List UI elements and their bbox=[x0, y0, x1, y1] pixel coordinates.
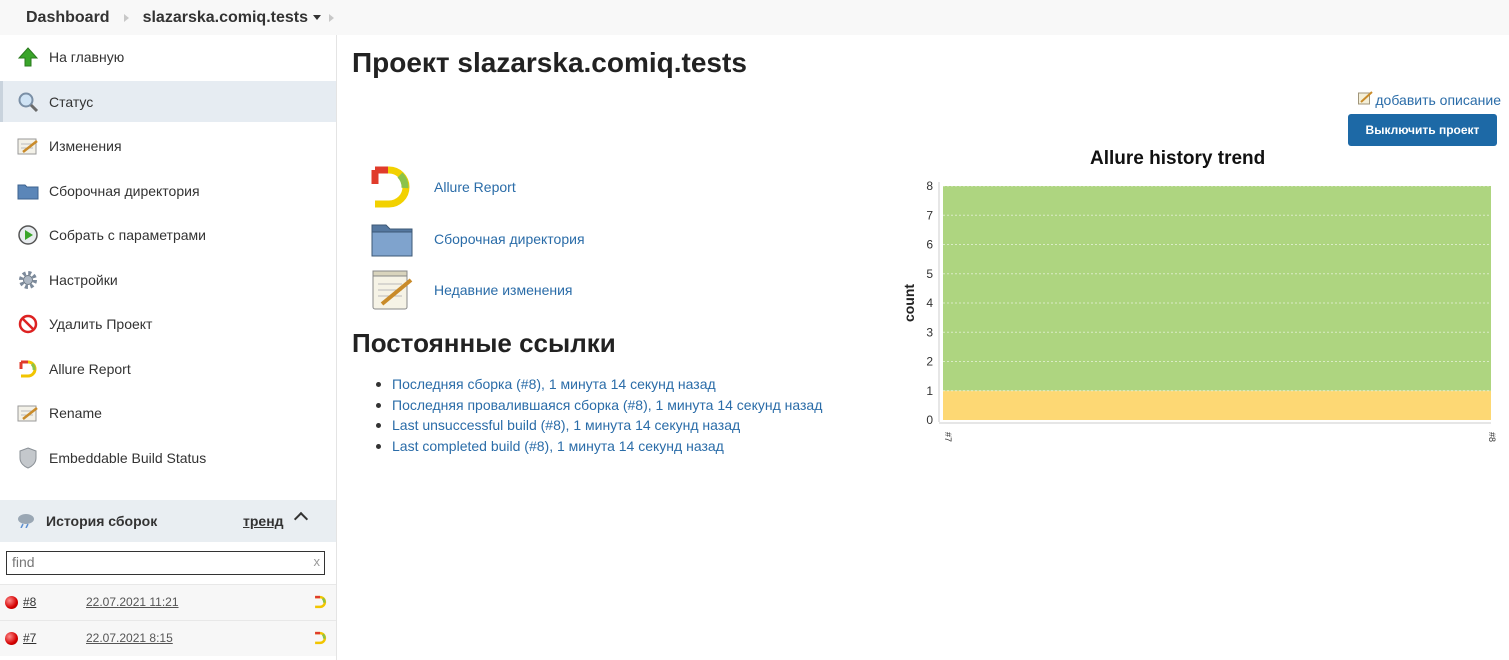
add-description-label: добавить описание bbox=[1375, 91, 1501, 108]
no-entry-icon bbox=[17, 313, 39, 335]
failed-status-icon bbox=[5, 632, 18, 645]
y-tick-label: 4 bbox=[926, 296, 933, 310]
permalinks-list: Последняя сборка (#8), 1 минута 14 секун… bbox=[376, 374, 822, 456]
sidebar-item-delete-project[interactable]: Удалить Проект bbox=[0, 303, 336, 344]
y-tick-label: 2 bbox=[926, 355, 933, 369]
y-axis-label: count bbox=[901, 284, 917, 322]
sidebar-item-status[interactable]: Статус bbox=[0, 81, 336, 122]
permalink-last-unsuccessful-build[interactable]: Last unsuccessful build (#8), 1 минута 1… bbox=[376, 415, 822, 436]
add-description-link[interactable]: добавить описание bbox=[1358, 91, 1501, 108]
notepad-icon bbox=[17, 135, 39, 157]
build-row: #8 22.07.2021 11:21 bbox=[0, 584, 336, 620]
sidebar-item-build-with-params[interactable]: Собрать с параметрами bbox=[0, 214, 336, 255]
permalinks-title: Постоянные ссылки bbox=[352, 328, 616, 358]
build-number-link[interactable]: #8 bbox=[23, 595, 36, 609]
y-tick-label: 6 bbox=[926, 238, 933, 252]
folder-icon bbox=[368, 217, 416, 261]
edit-icon bbox=[1358, 91, 1374, 108]
trend-link[interactable]: тренд bbox=[243, 513, 284, 529]
sidebar-item-label: Собрать с параметрами bbox=[49, 226, 206, 243]
notepad-icon bbox=[368, 268, 416, 312]
sidebar-item-allure-report[interactable]: Allure Report bbox=[0, 348, 336, 389]
sidebar-item-rename[interactable]: Rename bbox=[0, 392, 336, 433]
build-search-placeholder: find bbox=[12, 554, 35, 570]
build-date-link[interactable]: 22.07.2021 8:15 bbox=[86, 631, 173, 645]
y-tick-label: 7 bbox=[926, 208, 933, 222]
breadcrumb-separator-icon bbox=[123, 13, 129, 22]
allure-icon[interactable] bbox=[313, 631, 327, 648]
x-tick-label: #8 bbox=[1487, 432, 1497, 442]
sidebar-item-label: Изменения bbox=[49, 137, 122, 154]
page-title: Проект slazarska.comiq.tests bbox=[352, 47, 747, 78]
sidebar-item-label: Rename bbox=[49, 404, 102, 421]
allure-icon[interactable] bbox=[313, 595, 327, 612]
y-tick-label: 1 bbox=[926, 384, 933, 398]
allure-icon bbox=[368, 165, 416, 209]
sidebar-item-label: На главную bbox=[49, 48, 125, 65]
sidebar-item-settings[interactable]: Настройки bbox=[0, 259, 336, 300]
sidebar-item-label: Allure Report bbox=[49, 360, 131, 377]
task-link-recent-changes[interactable]: Недавние изменения bbox=[368, 268, 573, 312]
folder-icon bbox=[17, 180, 39, 202]
task-link-label[interactable]: Недавние изменения bbox=[434, 282, 573, 298]
series-area-1 bbox=[943, 186, 1491, 391]
sidebar: На главную Статус Изменения Сборочная ди… bbox=[0, 35, 337, 660]
y-tick-label: 3 bbox=[926, 325, 933, 339]
task-link-allure-report[interactable]: Allure Report bbox=[368, 165, 516, 209]
disable-project-button[interactable]: Выключить проект bbox=[1348, 114, 1497, 146]
up-arrow-icon bbox=[17, 46, 39, 68]
chevron-down-icon[interactable] bbox=[313, 15, 321, 20]
build-date-link[interactable]: 22.07.2021 11:21 bbox=[86, 595, 179, 609]
task-link-label[interactable]: Allure Report bbox=[434, 179, 516, 195]
sidebar-item-label: Сборочная директория bbox=[49, 182, 200, 199]
sidebar-item-home[interactable]: На главную bbox=[0, 36, 336, 77]
chevron-up-icon[interactable] bbox=[293, 511, 309, 527]
breadcrumb-dashboard[interactable]: Dashboard bbox=[26, 9, 110, 27]
sidebar-item-workspace[interactable]: Сборочная директория bbox=[0, 170, 336, 211]
permalink-last-failed-build[interactable]: Последняя провалившаяся сборка (#8), 1 м… bbox=[376, 395, 822, 416]
series-area-0 bbox=[943, 390, 1491, 420]
build-number-link[interactable]: #7 bbox=[23, 631, 36, 645]
failed-status-icon bbox=[5, 596, 18, 609]
build-search-input[interactable]: find x bbox=[6, 551, 325, 575]
notepad-icon bbox=[17, 402, 39, 424]
sidebar-item-label: Статус bbox=[49, 93, 94, 110]
breadcrumb: Dashboard slazarska.comiq.tests bbox=[0, 0, 1509, 35]
permalink-last-completed-build[interactable]: Last completed build (#8), 1 минута 14 с… bbox=[376, 436, 822, 457]
x-tick-label: #7 bbox=[943, 432, 953, 442]
y-tick-label: 8 bbox=[926, 179, 933, 193]
clear-search-icon[interactable]: x bbox=[314, 554, 321, 569]
gear-icon bbox=[17, 269, 39, 291]
sidebar-item-changes[interactable]: Изменения bbox=[0, 125, 336, 166]
y-tick-label: 5 bbox=[926, 267, 933, 281]
chart-title: Allure history trend bbox=[1090, 148, 1266, 169]
permalink-last-build[interactable]: Последняя сборка (#8), 1 минута 14 секун… bbox=[376, 374, 822, 395]
breadcrumb-project[interactable]: slazarska.comiq.tests bbox=[143, 9, 308, 27]
allure-history-trend-chart[interactable]: 0 1 2 3 4 5 6 7 8 #7 #8 count bbox=[900, 170, 1500, 460]
shield-icon bbox=[17, 446, 39, 469]
task-link-workspace[interactable]: Сборочная директория bbox=[368, 217, 585, 261]
sidebar-item-label: Настройки bbox=[49, 271, 118, 288]
build-history-title: История сборок bbox=[46, 513, 158, 529]
task-link-label[interactable]: Сборочная директория bbox=[434, 231, 585, 247]
build-history-header: История сборок тренд bbox=[0, 500, 336, 542]
build-row: #7 22.07.2021 8:15 bbox=[0, 620, 336, 656]
search-icon bbox=[17, 91, 39, 113]
allure-icon bbox=[17, 358, 39, 380]
sidebar-item-label: Удалить Проект bbox=[49, 315, 153, 332]
sidebar-item-embeddable-build-status[interactable]: Embeddable Build Status bbox=[0, 437, 336, 478]
weather-icon bbox=[16, 512, 36, 531]
sidebar-item-label: Embeddable Build Status bbox=[49, 449, 207, 466]
breadcrumb-separator-icon bbox=[329, 13, 334, 22]
clock-build-icon bbox=[17, 224, 39, 246]
y-tick-label: 0 bbox=[926, 413, 933, 427]
